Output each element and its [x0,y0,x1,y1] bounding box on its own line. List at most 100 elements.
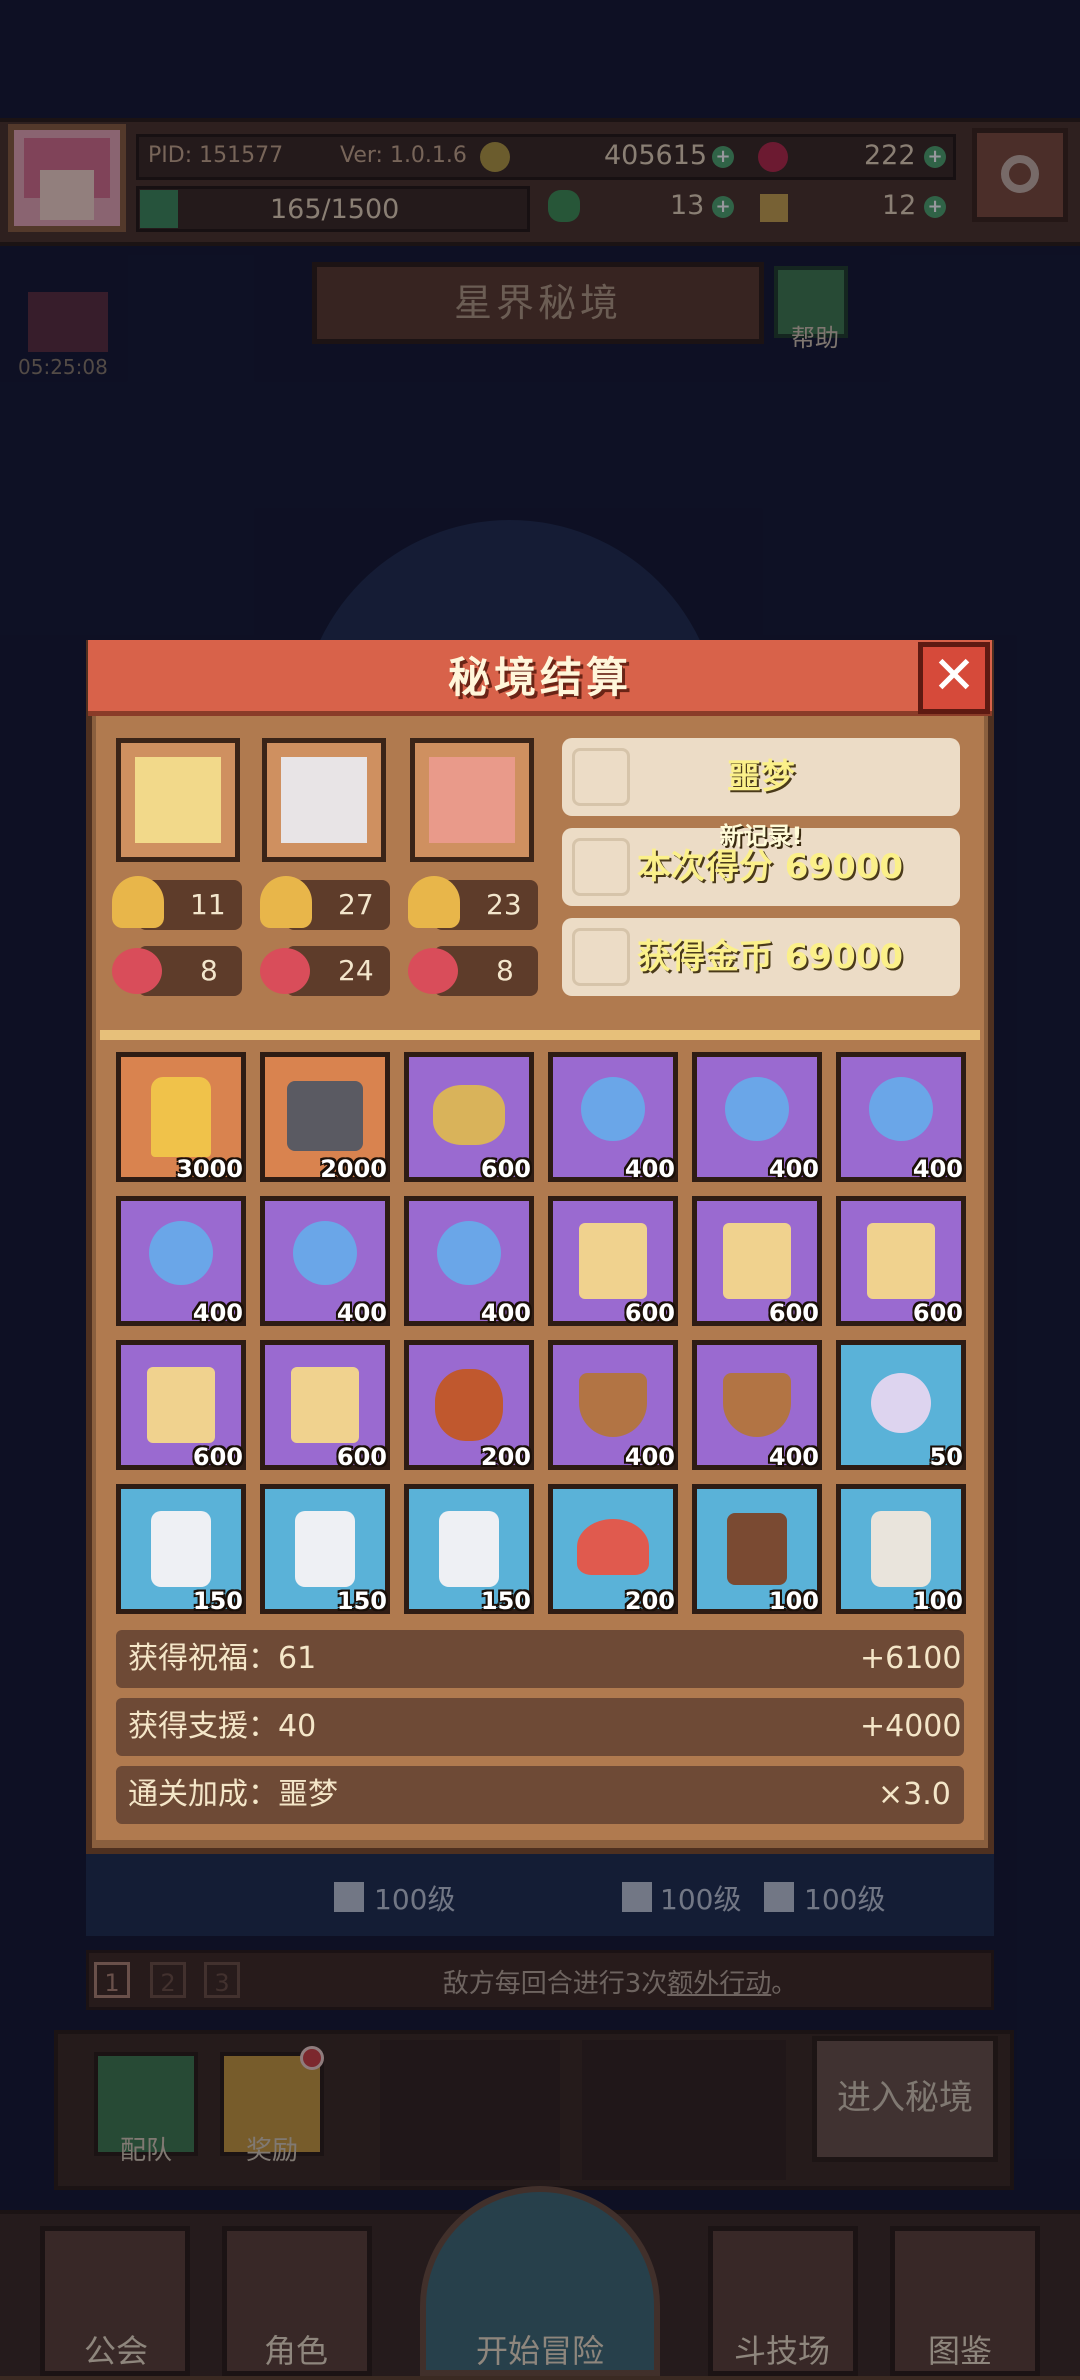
scroll-icon [147,1367,215,1443]
reward-item[interactable]: 150 [404,1484,534,1615]
reward-item[interactable]: 3000 [116,1052,246,1183]
difficulty-text: 噩梦 [727,757,795,797]
item-quantity: 2000 [320,1155,387,1183]
reward-item[interactable]: 400 [404,1196,534,1327]
clear-bonus-value: ×3.0 [878,1777,951,1812]
reward-item[interactable]: 600 [692,1196,822,1327]
item-quantity: 100 [768,1587,819,1615]
stone-tablet-icon [439,1511,499,1587]
scroll-icon [579,1223,647,1299]
hero-2-trophies: 27 [338,888,374,921]
modal-title: 秘境结算 [447,653,632,702]
item-quantity: 600 [624,1299,675,1327]
reward-item[interactable]: 600 [116,1340,246,1471]
barrel-icon [727,1513,787,1585]
hero-portrait-3[interactable] [410,738,534,862]
item-quantity: 400 [336,1299,387,1327]
score-text: 本次得分 69000 [636,847,904,887]
modal-divider [100,1030,980,1040]
mushroom-icon [577,1519,649,1575]
bear-icon [112,948,162,994]
crystal-orb-icon [437,1221,501,1285]
hero-1-trophies: 11 [190,888,226,921]
reward-item[interactable]: 400 [692,1340,822,1471]
reward-item[interactable]: 400 [548,1340,678,1471]
hero-3-bears: 8 [496,954,514,987]
trophy-icon [112,876,164,928]
item-quantity: 400 [624,1443,675,1471]
item-quantity: 150 [192,1587,243,1615]
item-quantity: 400 [480,1299,531,1327]
shield-piece-icon [723,1373,791,1437]
reward-item[interactable]: 400 [116,1196,246,1327]
item-quantity: 150 [336,1587,387,1615]
item-quantity: 400 [192,1299,243,1327]
item-quantity: 50 [929,1443,963,1471]
hero-blonde-icon [135,757,221,843]
item-quantity: 600 [480,1155,531,1183]
reward-item[interactable]: 600 [548,1196,678,1327]
item-quantity: 400 [768,1155,819,1183]
scroll-icon [723,1223,791,1299]
item-quantity: 600 [336,1443,387,1471]
hero-pink-icon [429,757,515,843]
hero-portrait-1[interactable] [116,738,240,862]
item-quantity: 600 [768,1299,819,1327]
scroll-icon [291,1367,359,1443]
hero-1-bears: 8 [200,954,218,987]
reward-item[interactable]: 400 [548,1052,678,1183]
item-quantity: 400 [768,1443,819,1471]
reward-item[interactable]: 150 [116,1484,246,1615]
item-quantity: 200 [480,1443,531,1471]
crystal-orb-icon [869,1077,933,1141]
blessing-label: 获得祝福：61 [128,1641,317,1676]
item-quantity: 400 [912,1155,963,1183]
support-value: +4000 [860,1709,962,1744]
reward-item[interactable]: 400 [836,1052,966,1183]
item-quantity: 600 [912,1299,963,1327]
crystal-orb-icon [725,1077,789,1141]
hero-portrait-2[interactable] [262,738,386,862]
reward-item[interactable]: 150 [260,1484,390,1615]
reward-item[interactable]: 600 [836,1196,966,1327]
blessing-value: +6100 [860,1641,962,1676]
treasure-bag-icon [435,1369,503,1441]
gold-text: 获得金币 69000 [636,937,904,977]
clear-bonus-label: 通关加成：噩梦 [128,1777,338,1812]
bear-icon [408,948,458,994]
support-label: 获得支援：40 [128,1709,317,1744]
hero-white-icon [281,757,367,843]
hero-2-bears: 24 [338,954,374,987]
item-quantity: 600 [192,1443,243,1471]
item-quantity: 150 [480,1587,531,1615]
trophy-icon [408,876,460,928]
jar-icon [871,1511,931,1587]
bear-icon [260,948,310,994]
pearl-icon [871,1373,931,1433]
item-quantity: 400 [624,1155,675,1183]
crystal-orb-icon [581,1077,645,1141]
telescope-icon [433,1085,505,1145]
golden-warrior-icon [151,1077,211,1157]
reward-item[interactable]: 400 [260,1196,390,1327]
reward-item[interactable]: 2000 [260,1052,390,1183]
shield-piece-icon [579,1373,647,1437]
reward-item[interactable]: 50 [836,1340,966,1471]
iron-chest-icon [287,1081,363,1151]
item-quantity: 200 [624,1587,675,1615]
crystal-orb-icon [149,1221,213,1285]
reward-item[interactable]: 600 [404,1052,534,1183]
reward-item[interactable]: 100 [836,1484,966,1615]
reward-item[interactable]: 400 [692,1052,822,1183]
crystal-orb-icon [293,1221,357,1285]
reward-item[interactable]: 600 [260,1340,390,1471]
close-button[interactable]: ✕ [918,642,990,714]
item-quantity: 3000 [176,1155,243,1183]
item-quantity: 100 [912,1587,963,1615]
reward-item[interactable]: 200 [404,1340,534,1471]
stone-tablet-icon [151,1511,211,1587]
stone-tablet-icon [295,1511,355,1587]
scroll-icon [867,1223,935,1299]
reward-item[interactable]: 100 [692,1484,822,1615]
reward-item[interactable]: 200 [548,1484,678,1615]
